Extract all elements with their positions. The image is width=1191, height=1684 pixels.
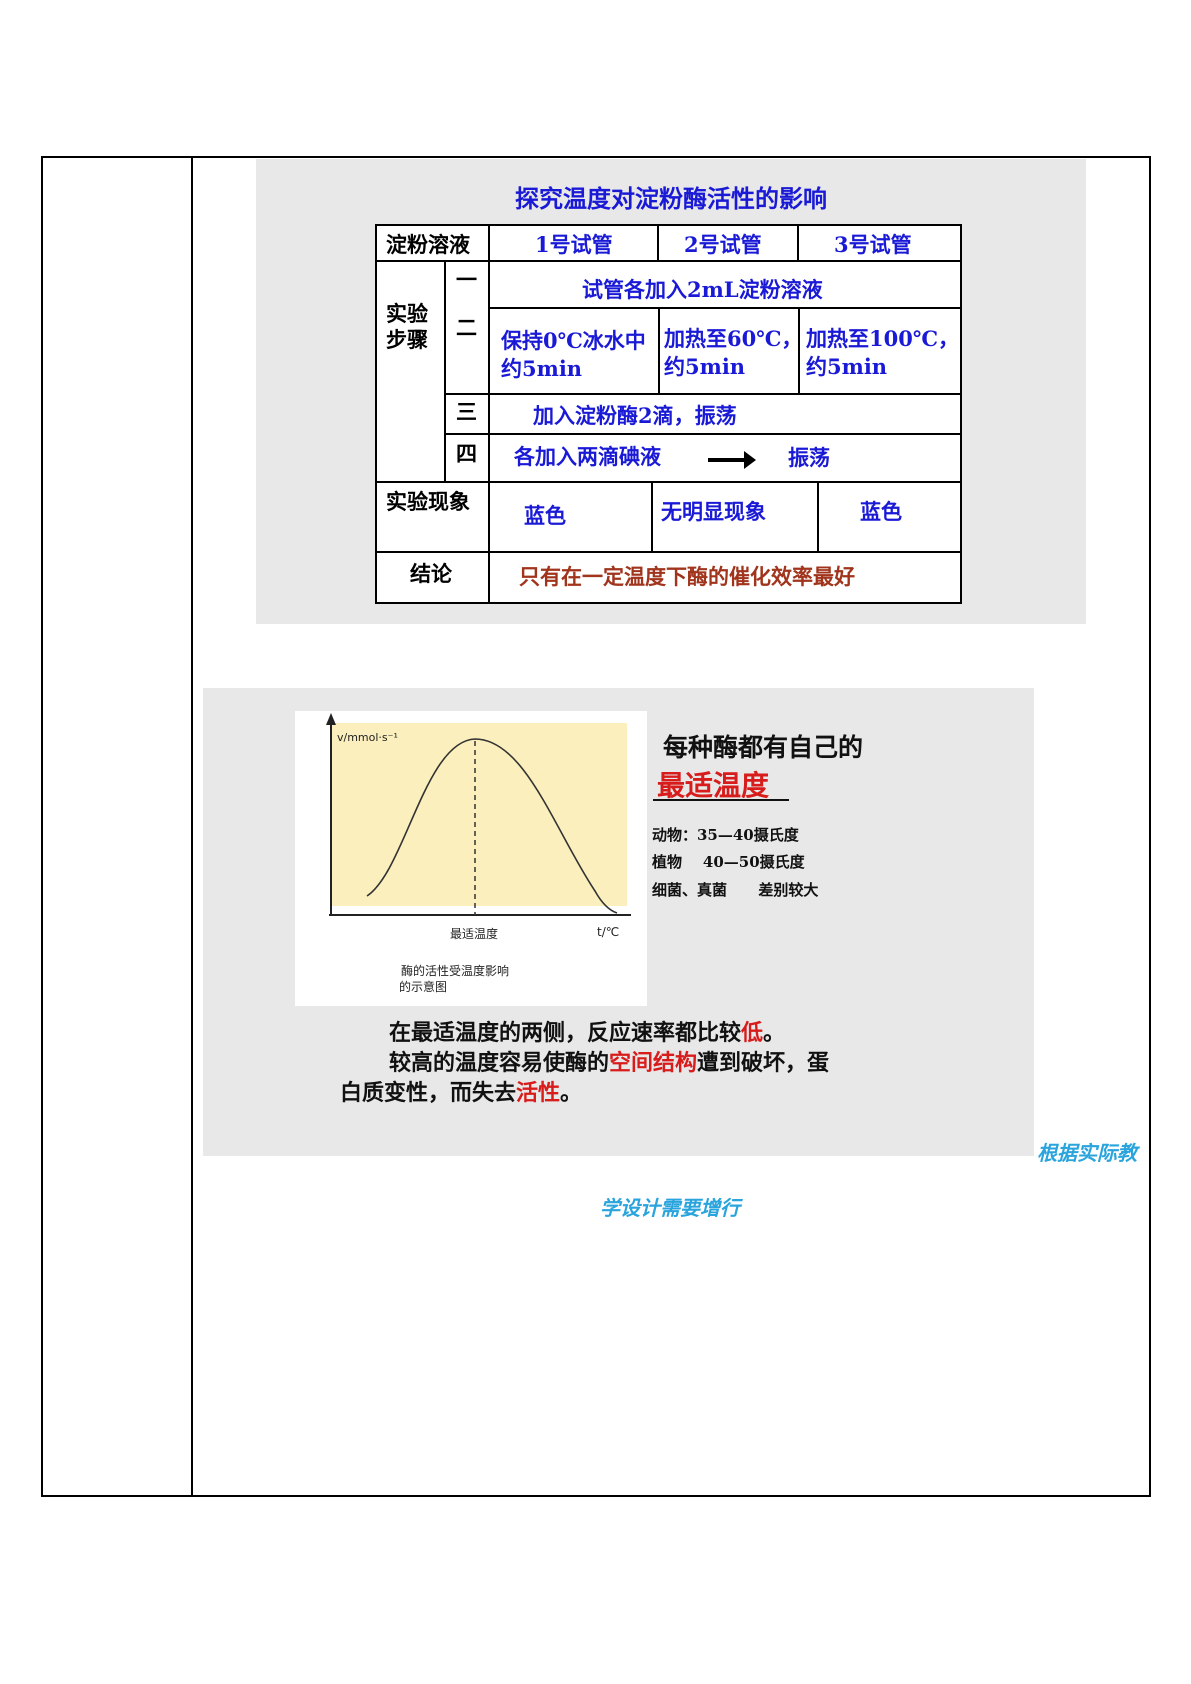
steps-label: 步骤 xyxy=(386,327,428,352)
graph-caption: 酶的活性受温度影响 xyxy=(401,963,509,978)
paragraph-text: 白质变性，而失去 xyxy=(340,1080,517,1106)
paragraph-text: 较高的温度容易使酶的 xyxy=(389,1050,610,1076)
row-line xyxy=(444,393,960,395)
step-number: 二 xyxy=(456,315,477,340)
paragraph-text: 在最适温度的两侧，反应速率都比较 xyxy=(389,1020,742,1046)
col-line xyxy=(651,481,653,551)
row-line xyxy=(377,481,960,483)
y-axis-arrow-icon xyxy=(326,713,336,725)
step2-tube3-time: 约5min xyxy=(806,354,888,379)
list-item: 细菌、真菌 差别较大 xyxy=(652,881,819,899)
emphasis-text: 活性 xyxy=(516,1080,561,1106)
optimum-heading-red: 最适温度 xyxy=(657,769,770,802)
row-line xyxy=(377,260,960,262)
design-note: 根据实际教 xyxy=(1037,1141,1137,1165)
arrow-icon xyxy=(708,451,756,469)
experiment-table: 淀粉溶液 1号试管 2号试管 3号试管 实验 步骤 一 二 三 四 试管各加入2… xyxy=(375,224,962,604)
peak-label: 最适温度 xyxy=(450,926,498,941)
list-item: 植物 40—50摄氏度 xyxy=(652,853,805,871)
emphasis-text: 低 xyxy=(741,1020,764,1046)
col-line xyxy=(488,226,490,602)
phenomenon-label: 实验现象 xyxy=(386,489,470,514)
list-item: 动物：35—40摄氏度 xyxy=(652,826,799,844)
step-number: 四 xyxy=(456,441,477,466)
step1-text: 试管各加入2mL淀粉溶液 xyxy=(582,277,823,302)
paragraph-text: 。 xyxy=(560,1080,583,1106)
design-note: 学设计需要增行 xyxy=(600,1196,740,1220)
step2-tube2: 加热至60℃， xyxy=(664,326,803,351)
emphasis-text: 空间结构 xyxy=(609,1050,698,1076)
phenomenon-tube3: 蓝色 xyxy=(860,499,902,524)
paragraph-text: 遭到破坏，蛋 xyxy=(697,1050,830,1076)
y-axis-label: v/mmol·s⁻¹ xyxy=(337,731,398,744)
column-divider xyxy=(191,156,193,1497)
x-axis-label: t/℃ xyxy=(597,925,619,939)
col-line xyxy=(658,307,660,393)
conclusion-text: 只有在一定温度下酶的催化效率最好 xyxy=(519,564,855,589)
phenomenon-tube1: 蓝色 xyxy=(524,503,566,528)
paragraph-line: 较高的温度容易使酶的空间结构遭到破坏，蛋 xyxy=(389,1045,829,1077)
step2-tube1: 保持0℃冰水中 xyxy=(501,328,646,353)
header-tube-3: 3号试管 xyxy=(834,232,912,257)
row-line xyxy=(444,433,960,435)
header-starch-solution: 淀粉溶液 xyxy=(386,232,470,257)
step-number: 三 xyxy=(456,399,477,424)
graph-fill xyxy=(331,723,627,906)
conclusion-label: 结论 xyxy=(410,561,452,586)
col-line xyxy=(797,226,799,260)
step2-tube3: 加热至100℃， xyxy=(806,326,959,351)
optimum-heading: 每种酶都有自己的 xyxy=(663,733,864,762)
activity-curve-svg: v/mmol·s⁻¹ 最适温度 t/℃ 酶的活性受温度影响 的示意图 xyxy=(326,713,631,994)
optimum-temperature-slide: v/mmol·s⁻¹ 最适温度 t/℃ 酶的活性受温度影响 的示意图 每种酶都有… xyxy=(203,688,1034,1156)
col-line xyxy=(657,226,659,260)
experiment-slide: 探究温度对淀粉酶活性的影响 淀粉溶液 1号试管 2号试管 3号试管 实验 步骤 … xyxy=(256,159,1086,624)
row-line xyxy=(490,307,960,309)
phenomenon-tube2: 无明显现象 xyxy=(661,499,766,524)
paragraph-text: 。 xyxy=(763,1020,786,1046)
experiment-title: 探究温度对淀粉酶活性的影响 xyxy=(515,184,827,213)
row-line xyxy=(377,551,960,553)
step-number: 一 xyxy=(456,267,477,292)
step2-tube1-time: 约5min xyxy=(501,356,583,381)
step2-tube2-time: 约5min xyxy=(664,354,746,379)
step3-text: 加入淀粉酶2滴，振荡 xyxy=(533,403,737,428)
col-line xyxy=(817,481,819,551)
enzyme-activity-graph: v/mmol·s⁻¹ 最适温度 t/℃ 酶的活性受温度影响 的示意图 xyxy=(295,711,647,1006)
step4-text: 各加入两滴碘液 xyxy=(514,444,661,469)
header-tube-1: 1号试管 xyxy=(535,232,613,257)
header-tube-2: 2号试管 xyxy=(684,232,762,257)
heading-underline xyxy=(653,799,789,801)
step4-shake: 振荡 xyxy=(788,445,830,470)
paragraph-line: 白质变性，而失去活性。 xyxy=(340,1075,582,1107)
paragraph-line: 在最适温度的两侧，反应速率都比较低。 xyxy=(389,1015,785,1047)
graph-caption: 的示意图 xyxy=(399,979,447,994)
col-line xyxy=(444,260,446,483)
